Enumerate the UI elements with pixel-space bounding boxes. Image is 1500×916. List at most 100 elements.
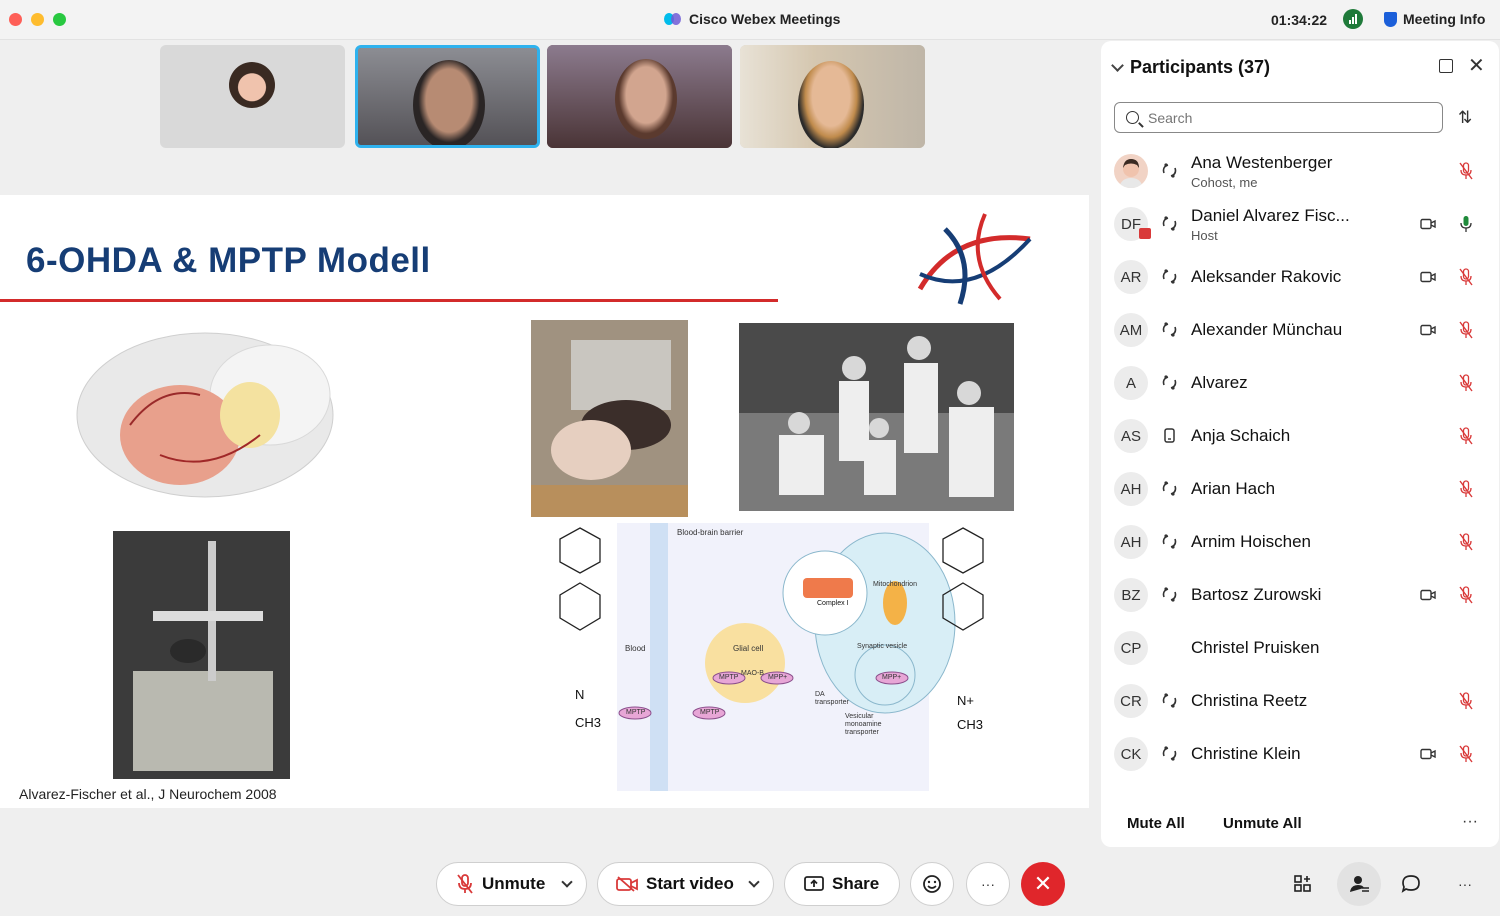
chevron-down-icon[interactable] xyxy=(561,875,573,888)
participant-row[interactable]: AR Aleksander Rakovic xyxy=(1101,251,1499,304)
avatar xyxy=(1114,154,1148,188)
mic-muted-icon[interactable] xyxy=(1459,268,1473,286)
apps-grid-icon xyxy=(1294,875,1311,892)
more-controls-label: ··· xyxy=(981,876,995,892)
meeting-info-button[interactable]: Meeting Info xyxy=(1384,11,1485,27)
diagram-label-ch3-left: CH3 xyxy=(575,715,602,730)
chevron-down-icon[interactable] xyxy=(748,875,760,888)
video-tile-3[interactable] xyxy=(547,45,732,148)
participant-video xyxy=(615,59,677,139)
unmute-button[interactable]: Unmute xyxy=(436,862,587,906)
participant-name: Christel Pruisken xyxy=(1191,638,1320,657)
unmute-all-button[interactable]: Unmute All xyxy=(1223,815,1302,832)
participant-row[interactable]: BZ Bartosz Zurowski xyxy=(1101,569,1499,622)
mic-active-icon[interactable] xyxy=(1459,215,1473,233)
slide-divider xyxy=(0,299,778,302)
apps-button[interactable] xyxy=(1282,863,1324,905)
sort-icon[interactable]: ⇅ xyxy=(1458,108,1472,128)
participant-role: Cohost, me xyxy=(1191,175,1258,190)
computer-audio-icon xyxy=(1161,480,1178,497)
diagram-label-maob: MAO-B xyxy=(741,670,764,677)
participants-header[interactable]: Participants (37) xyxy=(1111,57,1270,78)
search-input[interactable] xyxy=(1148,109,1418,126)
avatar: A xyxy=(1114,366,1148,400)
start-video-label: Start video xyxy=(646,874,734,893)
minimize-window-button[interactable] xyxy=(31,13,44,26)
meeting-timer: 01:34:22 xyxy=(1271,12,1328,28)
mic-muted-icon[interactable] xyxy=(1459,374,1473,392)
share-button[interactable]: Share xyxy=(784,862,900,906)
participant-row[interactable]: Ana Westenberger Cohost, me xyxy=(1101,145,1499,198)
camera-icon xyxy=(1420,270,1436,283)
participant-row[interactable]: DF Daniel Alvarez Fisc... Host xyxy=(1101,198,1499,251)
video-tile-4[interactable] xyxy=(740,45,925,148)
participant-list: Ana Westenberger Cohost, me DF Daniel Alvar… xyxy=(1101,145,1499,785)
diagram-label-nplus: N+ xyxy=(957,693,974,708)
mic-muted-icon[interactable] xyxy=(1459,162,1473,180)
computer-audio-icon xyxy=(1161,321,1178,338)
diagram-label-bbb: Blood-brain barrier xyxy=(677,528,744,537)
more-options-button[interactable]: ··· xyxy=(1444,863,1486,905)
participant-name: Christine Klein xyxy=(1191,744,1301,763)
participants-panel: Participants (37) ✕ ⇅ Ana Westenberger Co… xyxy=(1101,41,1499,847)
participants-toggle-button[interactable] xyxy=(1337,862,1381,906)
mic-muted-icon[interactable] xyxy=(1459,480,1473,498)
more-options-icon[interactable]: ··· xyxy=(1462,813,1478,831)
participant-row[interactable]: CR Christina Reetz xyxy=(1101,675,1499,728)
video-tile-2-active-speaker[interactable] xyxy=(355,45,540,148)
mic-muted-icon[interactable] xyxy=(1459,427,1473,445)
zoom-window-button[interactable] xyxy=(53,13,66,26)
reactions-button[interactable] xyxy=(910,862,954,906)
computer-audio-icon xyxy=(1161,162,1178,179)
start-video-button[interactable]: Start video xyxy=(597,862,774,906)
shield-icon xyxy=(1384,11,1397,27)
mouse-injection-photo xyxy=(531,320,688,517)
diagram-label-complex: Complex I xyxy=(817,600,849,607)
participant-row[interactable]: CP Christel Pruisken xyxy=(1101,622,1499,675)
diagram-label-n: N xyxy=(575,687,585,702)
meeting-info-label: Meeting Info xyxy=(1403,11,1486,27)
network-signal-icon[interactable] xyxy=(1343,9,1363,29)
participant-row[interactable]: A Alvarez xyxy=(1101,357,1499,410)
computer-audio-icon xyxy=(1161,268,1178,285)
shared-slide: 6-OHDA & MPTP Modell Blood-brain barrier… xyxy=(0,195,1089,808)
diagram-label-mptp-1: MPTP xyxy=(719,674,739,681)
webex-logo-icon xyxy=(664,12,682,26)
participant-row[interactable]: AS Anja Schaich xyxy=(1101,410,1499,463)
unmute-label: Unmute xyxy=(482,874,546,893)
video-tile-1[interactable] xyxy=(160,45,345,148)
close-window-button[interactable] xyxy=(9,13,22,26)
avatar: CK xyxy=(1114,737,1148,771)
mute-all-button[interactable]: Mute All xyxy=(1127,815,1185,832)
participant-row[interactable]: AH Arian Hach xyxy=(1101,463,1499,516)
search-icon xyxy=(1126,111,1139,124)
chat-button[interactable] xyxy=(1390,863,1432,905)
participant-search[interactable] xyxy=(1114,102,1443,133)
mic-muted-icon[interactable] xyxy=(1459,321,1473,339)
participant-row[interactable]: CK Christine Klein xyxy=(1101,728,1499,781)
app-title: Cisco Webex Meetings xyxy=(664,11,840,27)
sharing-badge-icon xyxy=(1139,228,1151,239)
participant-row[interactable]: AH Arnim Hoischen xyxy=(1101,516,1499,569)
mic-muted-icon[interactable] xyxy=(1459,745,1473,763)
mic-muted-icon[interactable] xyxy=(1459,692,1473,710)
slide-title: 6-OHDA & MPTP Modell xyxy=(26,241,431,280)
close-panel-icon[interactable]: ✕ xyxy=(1468,56,1485,76)
stereotaxic-frame-photo xyxy=(113,531,290,779)
chevron-down-icon[interactable] xyxy=(1111,58,1124,72)
avatar-photo xyxy=(229,62,275,108)
more-controls-button[interactable]: ··· xyxy=(966,862,1010,906)
popout-icon[interactable] xyxy=(1439,59,1453,73)
diagram-label-da: DA transporter xyxy=(815,691,849,706)
participant-row[interactable]: AM Alexander Münchau xyxy=(1101,304,1499,357)
diagram-label-mpp-2: MPP+ xyxy=(882,674,902,681)
computer-audio-icon xyxy=(1161,374,1178,391)
participant-name: Arnim Hoischen xyxy=(1191,532,1311,551)
mic-muted-icon[interactable] xyxy=(1459,586,1473,604)
leave-meeting-button[interactable]: ✕ xyxy=(1021,862,1065,906)
mic-muted-icon[interactable] xyxy=(1459,533,1473,551)
camera-icon xyxy=(1420,747,1436,760)
participant-name: Christina Reetz xyxy=(1191,691,1308,710)
avatar: AM xyxy=(1114,313,1148,347)
participant-name: Anja Schaich xyxy=(1191,426,1291,445)
